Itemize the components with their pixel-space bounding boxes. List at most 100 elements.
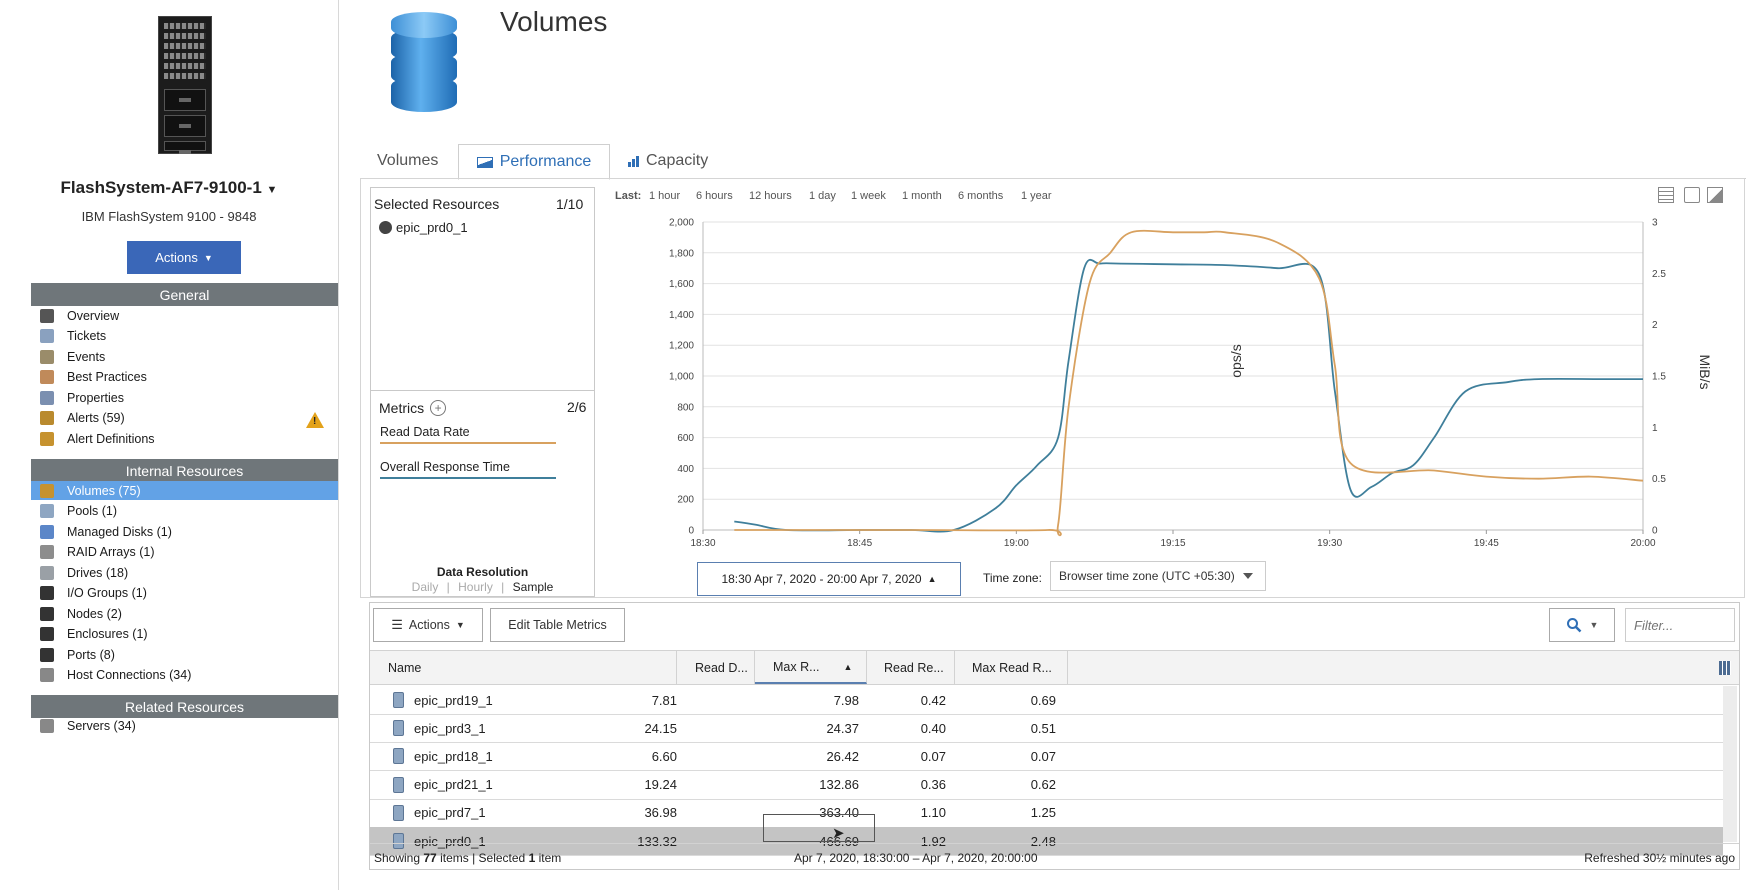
sidebar-item-ports-8[interactable]: Ports (8) bbox=[31, 645, 338, 664]
resolution-sample[interactable]: Sample bbox=[513, 580, 554, 594]
sidebar-item-overview[interactable]: Overview bbox=[31, 306, 338, 325]
sidebar-item-label: Events bbox=[67, 349, 106, 364]
y-left-tick-label: 1,200 bbox=[669, 341, 694, 352]
column-header-name[interactable]: Name bbox=[370, 651, 677, 684]
filter-input[interactable] bbox=[1625, 608, 1735, 642]
x-tick-label: 18:45 bbox=[847, 538, 872, 546]
sidebar-item-alerts-59[interactable]: Alerts (59) bbox=[31, 409, 338, 428]
table-status-bar: Showing 77 items | Selected 1 item Apr 7… bbox=[370, 843, 1739, 870]
sidebar-item-enclosures-1[interactable]: Enclosures (1) bbox=[31, 625, 338, 644]
time-range-selector[interactable]: 18:30 Apr 7, 2020 - 20:00 Apr 7, 2020 ▲ bbox=[697, 562, 961, 596]
storage-device-image bbox=[158, 16, 212, 154]
edit-table-metrics-button[interactable]: Edit Table Metrics bbox=[490, 608, 625, 642]
sidebar-item-label: Servers (34) bbox=[67, 718, 136, 733]
selected-resources-panel bbox=[370, 187, 595, 597]
sidebar-item-raid-arrays-1[interactable]: RAID Arrays (1) bbox=[31, 543, 338, 562]
series-line-response-time bbox=[734, 258, 1643, 533]
sidebar-item-alert-definitions[interactable]: Alert Definitions bbox=[31, 429, 338, 448]
search-button[interactable]: ▼ bbox=[1549, 608, 1615, 642]
sidebar-item-label: Properties bbox=[67, 390, 124, 405]
x-tick-label: 19:00 bbox=[1004, 538, 1029, 546]
sidebar-item-label: Alert Definitions bbox=[67, 431, 155, 446]
resolution-hourly[interactable]: Hourly bbox=[458, 580, 493, 594]
page-title: Volumes bbox=[500, 6, 608, 37]
data-resolution-options: Daily | Hourly | Sample bbox=[370, 580, 595, 594]
database-icon bbox=[391, 12, 457, 116]
section-header-internal-resources: Internal Resources bbox=[31, 459, 338, 482]
sidebar-item-tickets[interactable]: Tickets bbox=[31, 327, 338, 346]
sidebar-item-servers-34[interactable]: Servers (34) bbox=[31, 716, 338, 735]
managed-disks-icon bbox=[40, 524, 54, 539]
table-row[interactable]: epic_prd19_1 7.81 7.98 0.42 0.69 bbox=[370, 686, 1723, 715]
table-row[interactable]: epic_prd7_1 36.98 363.40 1.10 1.25 bbox=[370, 799, 1723, 828]
sidebar: FlashSystem-AF7-9100-1 ▼ IBM FlashSystem… bbox=[0, 0, 339, 890]
table-row[interactable]: epic_prd21_1 19.24 132.86 0.36 0.62 bbox=[370, 771, 1723, 800]
tab-capacity[interactable]: Capacity bbox=[628, 144, 708, 178]
tab-performance[interactable]: Performance bbox=[458, 144, 610, 180]
y-left-tick-label: 0 bbox=[688, 526, 694, 537]
y-left-tick-label: 800 bbox=[677, 402, 694, 413]
column-header-max-read-response-time[interactable]: Max Read R... bbox=[955, 651, 1068, 684]
resource-dot-icon bbox=[379, 221, 392, 234]
y-left-tick-label: 1,600 bbox=[669, 279, 694, 290]
pools-icon bbox=[40, 504, 54, 518]
showing-count: 77 bbox=[423, 851, 437, 865]
metrics-header: Metrics + bbox=[379, 400, 447, 416]
value-cell: 0.51 bbox=[1030, 720, 1056, 736]
resolution-daily[interactable]: Daily bbox=[412, 580, 439, 594]
column-header-read-response-time[interactable]: Read Re... bbox=[867, 651, 955, 684]
device-name-dropdown[interactable]: FlashSystem-AF7-9100-1 ▼ bbox=[0, 178, 338, 198]
y-left-tick-label: 1,800 bbox=[669, 248, 694, 259]
table-row[interactable]: epic_prd18_1 6.60 26.42 0.07 0.07 bbox=[370, 742, 1723, 772]
showing-suffix: item bbox=[538, 851, 562, 865]
x-tick-label: 19:45 bbox=[1474, 538, 1499, 546]
sidebar-item-managed-disks-1[interactable]: Managed Disks (1) bbox=[31, 522, 338, 541]
metrics-title: Metrics bbox=[379, 400, 425, 416]
column-chooser-icon[interactable] bbox=[1719, 661, 1731, 675]
time-zone-value: Browser time zone (UTC +05:30) bbox=[1059, 569, 1235, 583]
resource-item[interactable]: epic_prd0_1 bbox=[379, 220, 468, 235]
sidebar-item-host-connections-34[interactable]: Host Connections (34) bbox=[31, 666, 338, 685]
table-actions-button[interactable]: ☰ Actions ▼ bbox=[373, 608, 483, 642]
tab-volumes[interactable]: Volumes bbox=[377, 144, 438, 178]
device-actions-button[interactable]: Actions ▼ bbox=[127, 241, 241, 274]
sidebar-item-drives-18[interactable]: Drives (18) bbox=[31, 563, 338, 582]
mouse-cursor-icon: ➤ bbox=[832, 825, 845, 842]
y-left-tick-label: 600 bbox=[677, 433, 694, 444]
y-left-tick-label: 400 bbox=[677, 464, 694, 475]
table-scrollbar[interactable] bbox=[1723, 686, 1737, 842]
sidebar-item-properties[interactable]: Properties bbox=[31, 388, 338, 407]
sidebar-item-volumes-75[interactable]: Volumes (75) bbox=[31, 481, 338, 500]
sidebar-item-i-o-groups-1[interactable]: I/O Groups (1) bbox=[31, 584, 338, 603]
column-header-read-data-rate[interactable]: Read D... bbox=[677, 651, 755, 684]
column-header-max-read-data-rate[interactable]: Max R... ▲ bbox=[755, 651, 867, 684]
value-cell: 0.69 bbox=[1030, 692, 1056, 708]
device-name: FlashSystem-AF7-9100-1 bbox=[60, 178, 262, 197]
sidebar-item-label: Drives (18) bbox=[67, 565, 129, 580]
best-practices-icon bbox=[40, 370, 54, 384]
sidebar-item-label: RAID Arrays (1) bbox=[67, 545, 155, 559]
time-zone-select[interactable]: Browser time zone (UTC +05:30) bbox=[1050, 561, 1266, 591]
tab-capacity-label: Capacity bbox=[646, 152, 709, 169]
sidebar-item-events[interactable]: Events bbox=[31, 347, 338, 366]
selected-resources-title: Selected Resources bbox=[374, 196, 500, 212]
value-cell: 1.25 bbox=[1030, 805, 1056, 821]
sidebar-item-pools-1[interactable]: Pools (1) bbox=[31, 502, 338, 521]
table-row[interactable]: epic_prd3_1 24.15 24.37 0.40 0.51 bbox=[370, 714, 1723, 744]
y-left-tick-label: 1,000 bbox=[669, 372, 694, 383]
refresh-status: Refreshed 30½ minutes ago bbox=[1584, 851, 1735, 865]
resolution-separator: | bbox=[446, 580, 450, 594]
sidebar-item-label: Overview bbox=[67, 308, 120, 323]
ports-icon bbox=[40, 647, 54, 662]
sidebar-item-best-practices[interactable]: Best Practices bbox=[31, 368, 338, 387]
y-right-tick-label: 2.5 bbox=[1652, 269, 1666, 280]
metrics-count: 2/6 bbox=[567, 399, 587, 415]
caret-down-icon: ▼ bbox=[455, 620, 465, 630]
table-header: Name Read D... Max R... ▲ Read Re... Max… bbox=[370, 650, 1739, 685]
section-header-general: General bbox=[31, 283, 338, 306]
metric-read-data-rate[interactable]: Read Data Rate bbox=[380, 425, 556, 444]
add-metric-icon[interactable]: + bbox=[430, 400, 447, 416]
y-right-tick-label: 1.5 bbox=[1652, 372, 1666, 383]
sidebar-item-nodes-2[interactable]: Nodes (2) bbox=[31, 604, 338, 623]
metric-overall-response-time[interactable]: Overall Response Time bbox=[380, 460, 556, 479]
